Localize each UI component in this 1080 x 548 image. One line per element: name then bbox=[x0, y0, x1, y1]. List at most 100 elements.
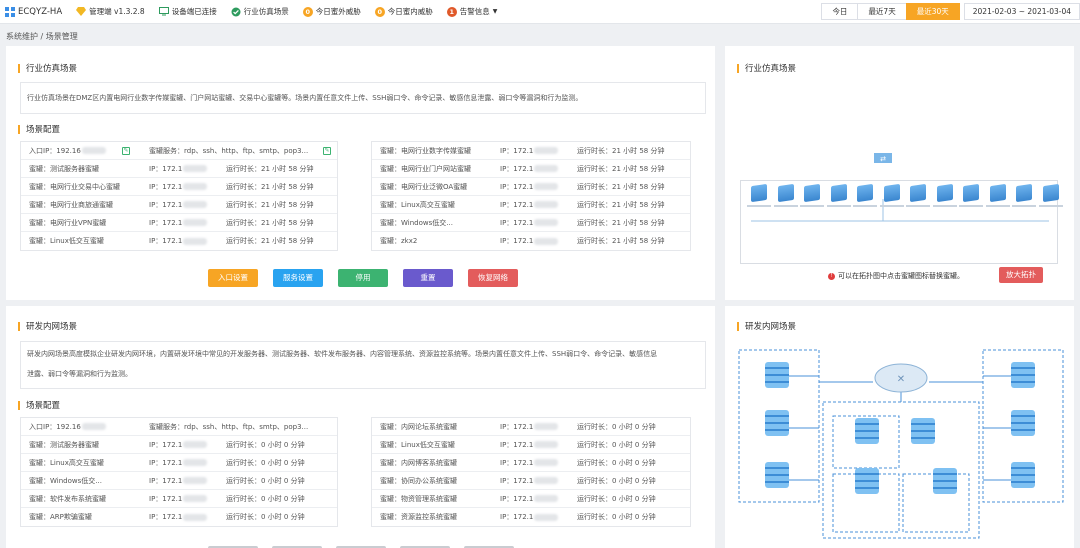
int-threat-label: 今日蜜内威胁 bbox=[387, 7, 433, 16]
honeypot-ip: IP：172.1 bbox=[149, 182, 208, 192]
table-row: 蜜罐：Windows低交... IP：172.1 运行时长：21 小时 58 分钟 bbox=[372, 214, 690, 232]
range-today-button[interactable]: 今日 bbox=[821, 3, 859, 20]
honeypot-runtime: 运行时长：21 小时 58 分钟 bbox=[226, 164, 314, 173]
honeypot-node-icon[interactable] bbox=[936, 183, 953, 203]
honeypot-name: 蜜罐：资源监控系统蜜罐 bbox=[380, 513, 457, 521]
honeypot-name: 蜜罐：电网行业商旅通蜜罐 bbox=[29, 200, 113, 209]
server-stack-icon[interactable] bbox=[765, 410, 789, 436]
honeypot-node-icon[interactable] bbox=[857, 183, 873, 203]
honeypot-name: 蜜罐：测试服务器蜜罐 bbox=[29, 440, 99, 449]
honeypot-node-icon[interactable] bbox=[963, 183, 979, 203]
industry-left-table: 入口IP：192.16 ✎ 蜜罐服务：rdp、ssh、http、ftp、smtp… bbox=[20, 141, 338, 251]
honeypot-node-icon[interactable] bbox=[989, 183, 1006, 203]
rd-topo-title: 研发内网场景 bbox=[737, 320, 796, 332]
honeypot-node-label bbox=[959, 205, 983, 207]
honeypot-name: 蜜罐：电网行业VPN蜜罐 bbox=[29, 218, 107, 227]
table-row: 蜜罐：Linux低交互蜜罐 IP：172.1 运行时长：0 小时 0 分钟 bbox=[372, 436, 690, 454]
server-stack-icon[interactable] bbox=[765, 462, 789, 488]
honeypot-node-icon[interactable] bbox=[910, 183, 926, 203]
honeypot-ip: IP：172.1 bbox=[149, 218, 208, 228]
honeypot-runtime: 运行时长：0 小时 0 分钟 bbox=[577, 513, 656, 521]
honeypot-node-icon[interactable] bbox=[1042, 183, 1059, 203]
server-stack-icon[interactable] bbox=[855, 468, 879, 494]
server-stack-icon[interactable] bbox=[1011, 410, 1035, 436]
honeypot-name: 蜜罐：Linux低交互蜜罐 bbox=[380, 440, 455, 449]
server-stack-icon[interactable] bbox=[1011, 362, 1035, 388]
table-row: 蜜罐：电网行业门户网站蜜罐 IP：172.1 运行时长：21 小时 58 分钟 bbox=[372, 160, 690, 178]
disable-button[interactable]: 停用 bbox=[338, 269, 388, 287]
range-7days-button[interactable]: 最近7天 bbox=[857, 3, 907, 20]
server-stack-icon[interactable] bbox=[855, 418, 879, 444]
svg-text:⇄: ⇄ bbox=[880, 155, 886, 163]
honeypot-runtime: 运行时长：21 小时 58 分钟 bbox=[577, 200, 665, 209]
industry-desc: 行业仿真场景在DMZ区内置电网行业数字传媒蜜罐、门户网站蜜罐、交易中心蜜罐等。场… bbox=[20, 82, 706, 114]
honeypot-ip: IP：172.1 bbox=[500, 218, 559, 228]
industry-scene-status[interactable]: 行业仿真场景 bbox=[231, 6, 289, 17]
honeypot-runtime: 运行时长：0 小时 0 分钟 bbox=[577, 440, 656, 449]
honeypot-ip-text: IP：172.1 bbox=[149, 440, 183, 449]
honeypot-runtime: 运行时长：21 小时 58 分钟 bbox=[226, 182, 314, 191]
honeypot-node-label bbox=[985, 205, 1010, 207]
honeypot-ip: IP：172.1 bbox=[149, 236, 208, 246]
table-row: 蜜罐：Windows低交... IP：172.1 运行时长：0 小时 0 分钟 bbox=[21, 472, 337, 490]
range-30days-button[interactable]: 最近30天 bbox=[905, 3, 960, 20]
device-status: 设备端已连接 bbox=[158, 6, 217, 17]
caret-down-icon: ▼ bbox=[492, 8, 498, 15]
topology-hint: ! 可以在拓扑图中点击蜜罐图标替换蜜罐。 bbox=[828, 271, 964, 281]
edit-service-icon[interactable]: ✎ bbox=[323, 146, 331, 155]
table-row: 蜜罐：物资管理系统蜜罐 IP：172.1 运行时长：0 小时 0 分钟 bbox=[372, 490, 690, 508]
table-row: 蜜罐：电网行业VPN蜜罐 IP：172.1 运行时长：21 小时 58 分钟 bbox=[21, 214, 337, 232]
honeypot-runtime: 运行时长：0 小时 0 分钟 bbox=[226, 458, 305, 467]
honeypot-node-icon[interactable] bbox=[751, 183, 767, 203]
honeypot-ip: IP：172.1 bbox=[500, 440, 559, 450]
rd-panel: 研发内网场景 研发内网场景高度模拟企业研发内网环境，内置研发环境中常见的开发服务… bbox=[6, 306, 715, 548]
rd-entry-ip-text: 入口IP：192.16 bbox=[29, 422, 81, 431]
expand-topology-button[interactable]: 放大拓扑 bbox=[999, 267, 1043, 283]
date-range-picker[interactable]: 2021-02-03 ~ 2021-03-04 bbox=[963, 3, 1080, 20]
honeypot-runtime: 运行时长：21 小时 58 分钟 bbox=[577, 164, 665, 173]
honeypot-node-icon[interactable] bbox=[1016, 183, 1032, 203]
honeypot-name: 蜜罐：电网行业泛微OA蜜罐 bbox=[380, 182, 468, 191]
table-row: 蜜罐：内网论坛系统蜜罐 IP：172.1 运行时长：0 小时 0 分钟 bbox=[372, 418, 690, 436]
honeypot-ip: IP：172.1 bbox=[500, 200, 559, 210]
diamond-icon bbox=[76, 7, 87, 16]
table-row: 蜜罐：zkx2 IP：172.1 运行时长：21 小时 58 分钟 bbox=[372, 232, 690, 250]
honeypot-name: 蜜罐：ARP欺骗蜜罐 bbox=[29, 513, 92, 521]
honeypot-node-icon[interactable] bbox=[777, 183, 794, 203]
table-row: 蜜罐：电网行业数字传媒蜜罐 IP：172.1 运行时长：21 小时 58 分钟 bbox=[372, 142, 690, 160]
brand-name: ECQYZ-HA bbox=[18, 6, 63, 17]
server-stack-icon[interactable] bbox=[933, 468, 957, 494]
server-stack-icon[interactable] bbox=[1011, 462, 1035, 488]
honeypot-ip: IP：172.1 bbox=[500, 512, 559, 522]
rd-desc: 研发内网场景高度模拟企业研发内网环境，内置研发环境中常见的开发服务器、测试服务器… bbox=[20, 341, 706, 389]
table-row: 蜜罐：协同办公系统蜜罐 IP：172.1 运行时长：0 小时 0 分钟 bbox=[372, 472, 690, 490]
honeypot-node-label bbox=[1012, 205, 1036, 207]
router-icon[interactable]: ⇄ bbox=[872, 147, 894, 169]
rd-title: 研发内网场景 bbox=[18, 320, 77, 332]
brand: ECQYZ-HA bbox=[5, 6, 63, 17]
honeypot-node-icon[interactable] bbox=[830, 183, 847, 203]
honeypot-node-icon[interactable] bbox=[883, 183, 900, 203]
reset-button[interactable]: 重置 bbox=[403, 269, 453, 287]
int-threat[interactable]: 0 今日蜜内威胁 bbox=[374, 6, 433, 17]
honeypot-ip-text: IP：172.1 bbox=[500, 182, 534, 191]
alert-menu[interactable]: 1 告警信息 ▼ bbox=[446, 6, 498, 17]
edit-entry-icon[interactable]: ✎ bbox=[122, 146, 130, 155]
table-row: 蜜罐：电网行业泛微OA蜜罐 IP：172.1 运行时长：21 小时 58 分钟 bbox=[372, 178, 690, 196]
service-setting-button[interactable]: 服务设置 bbox=[273, 269, 323, 287]
honeypot-ip-text: IP：172.1 bbox=[149, 494, 183, 503]
honeypot-node-icon[interactable] bbox=[804, 183, 820, 203]
restore-network-button[interactable]: 恢复网络 bbox=[468, 269, 518, 287]
rd-service-list: 蜜罐服务：rdp、ssh、http、ftp、smtp、pop3... bbox=[149, 422, 309, 431]
ext-threat[interactable]: 0 今日蜜外威胁 bbox=[302, 6, 361, 17]
honeypot-ip: IP：172.1 bbox=[500, 458, 559, 468]
honeypot-name: 蜜罐：Linux低交互蜜罐 bbox=[29, 237, 104, 245]
server-stack-icon[interactable] bbox=[765, 362, 789, 388]
honeypot-runtime: 运行时长：21 小时 58 分钟 bbox=[577, 237, 665, 245]
entry-setting-button[interactable]: 入口设置 bbox=[208, 269, 258, 287]
honeypot-ip-text: IP：172.1 bbox=[500, 494, 534, 503]
industry-topo-title: 行业仿真场景 bbox=[737, 62, 796, 74]
honeypot-node-label bbox=[853, 205, 877, 207]
honeypot-ip-text: IP：172.1 bbox=[149, 513, 183, 521]
server-stack-icon[interactable] bbox=[911, 418, 935, 444]
